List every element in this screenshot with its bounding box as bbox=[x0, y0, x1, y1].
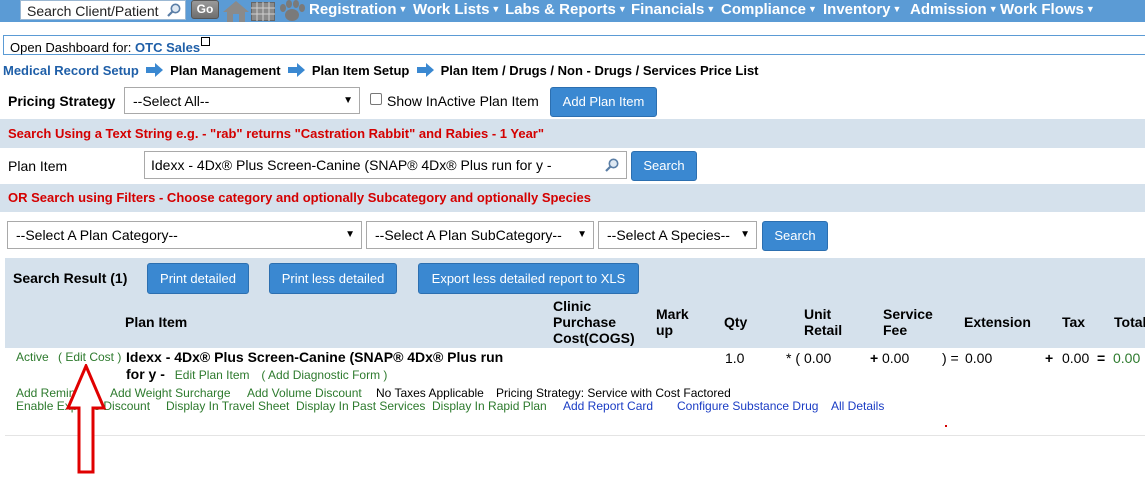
filter-hint: OR Search using Filters - Choose categor… bbox=[8, 190, 591, 205]
col-qty: Qty bbox=[724, 314, 748, 330]
chevron-down-icon: ▼ bbox=[1085, 4, 1095, 14]
dropdown-arrow-icon: ▼ bbox=[740, 229, 750, 240]
add-weight-surcharge-link[interactable]: Add Weight Surcharge bbox=[110, 386, 231, 400]
plan-category-select[interactable]: --Select A Plan Category-- ▼ bbox=[7, 221, 362, 249]
arrow-right-icon bbox=[417, 63, 434, 77]
arrow-right-icon bbox=[288, 63, 306, 77]
plan-item-search-input[interactable]: Idexx - 4Dx® Plus Screen-Canine (SNAP® 4… bbox=[144, 151, 627, 179]
pricing-strategy-label: Pricing Strategy bbox=[8, 93, 116, 109]
col-cogs: Clinic Purchase Cost(COGS) bbox=[553, 298, 635, 346]
row-divider bbox=[5, 435, 1145, 436]
display-rapid-plan-link[interactable]: Display In Rapid Plan bbox=[432, 399, 547, 413]
export-xls-button[interactable]: Export less detailed report to XLS bbox=[418, 263, 639, 294]
chevron-down-icon: ▼ bbox=[892, 4, 902, 14]
nav-labs-reports[interactable]: Labs & Reports ▼ bbox=[505, 1, 627, 18]
dropdown-arrow-icon: ▼ bbox=[345, 229, 355, 240]
add-plan-item-button[interactable]: Add Plan Item bbox=[550, 87, 657, 117]
chevron-down-icon: ▼ bbox=[491, 4, 501, 14]
pricing-strategy-text: Pricing Strategy: Service with Cost Fact… bbox=[496, 386, 731, 400]
paw-icon[interactable] bbox=[278, 0, 306, 22]
nav-registration[interactable]: Registration ▼ bbox=[309, 1, 407, 18]
show-inactive-label: Show InActive Plan Item bbox=[387, 93, 539, 109]
dropdown-arrow-icon: ▼ bbox=[577, 229, 587, 240]
nav-compliance[interactable]: Compliance ▼ bbox=[721, 1, 817, 18]
add-volume-discount-link[interactable]: Add Volume Discount bbox=[247, 386, 362, 400]
total-value: 0.00 bbox=[1113, 350, 1141, 366]
service-fee-value: 0.00 bbox=[882, 350, 910, 366]
display-travel-sheet-link[interactable]: Display In Travel Sheet bbox=[166, 399, 289, 413]
dashboard-value-link[interactable]: OTC Sales bbox=[135, 40, 200, 55]
col-tax: Tax bbox=[1062, 314, 1086, 330]
dropdown-arrow-icon: ▼ bbox=[343, 95, 353, 106]
pricing-strategy-select[interactable]: --Select All-- ▼ bbox=[124, 87, 360, 114]
display-past-services-link[interactable]: Display In Past Services bbox=[296, 399, 425, 413]
extension-prefix: ) = bbox=[942, 350, 959, 366]
dashboard-bar: Open Dashboard for: OTC Sales bbox=[3, 35, 1145, 55]
no-taxes-text: No Taxes Applicable bbox=[376, 386, 484, 400]
plan-item-name: Idexx - 4Dx® Plus Screen-Canine (SNAP® 4… bbox=[126, 349, 504, 365]
print-less-detailed-button[interactable]: Print less detailed bbox=[269, 263, 397, 294]
text-search-hint: Search Using a Text String e.g. - "rab" … bbox=[8, 126, 545, 141]
edit-plan-item-link[interactable]: Edit Plan Item bbox=[175, 368, 250, 382]
red-dot-mark bbox=[945, 425, 947, 427]
chevron-down-icon: ▼ bbox=[988, 4, 998, 14]
col-total: Total bbox=[1114, 314, 1145, 330]
chevron-down-icon: ▼ bbox=[617, 4, 627, 14]
all-details-link[interactable]: All Details bbox=[831, 399, 884, 413]
go-button[interactable]: Go bbox=[191, 0, 219, 19]
col-extension: Extension bbox=[964, 314, 1031, 330]
nav-work-lists[interactable]: Work Lists ▼ bbox=[413, 1, 500, 18]
total-prefix: = bbox=[1097, 350, 1106, 366]
unit-prefix: * ( bbox=[786, 350, 800, 366]
breadcrumb-plan-item-setup[interactable]: Plan Item Setup bbox=[312, 63, 410, 78]
breadcrumb: Medical Record Setup Plan Management Pla… bbox=[3, 63, 759, 78]
tax-value: 0.00 bbox=[1062, 350, 1090, 366]
nav-financials[interactable]: Financials ▼ bbox=[631, 1, 715, 18]
configure-substance-drug-link[interactable]: Configure Substance Drug bbox=[677, 399, 818, 413]
breadcrumb-plan-management[interactable]: Plan Management bbox=[170, 63, 281, 78]
annotation-arrow-up-icon bbox=[66, 364, 106, 474]
client-patient-search-input[interactable]: Search Client/Patient bbox=[20, 0, 186, 20]
add-diagnostic-form-link[interactable]: ( Add Diagnostic Form ) bbox=[261, 368, 387, 382]
print-detailed-button[interactable]: Print detailed bbox=[147, 263, 249, 294]
nav-work-flows[interactable]: Work Flows ▼ bbox=[1000, 1, 1095, 18]
show-inactive-checkbox[interactable] bbox=[370, 93, 382, 105]
tax-prefix: + bbox=[1045, 350, 1054, 366]
search-result-title: Search Result (1) bbox=[13, 270, 128, 286]
species-select[interactable]: --Select A Species-- ▼ bbox=[598, 221, 757, 249]
chevron-down-icon: ▼ bbox=[398, 4, 408, 14]
search-placeholder: Search Client/Patient bbox=[27, 3, 159, 19]
plan-subcategory-select[interactable]: --Select A Plan SubCategory-- ▼ bbox=[366, 221, 594, 249]
breadcrumb-current-page: Plan Item / Drugs / Non - Drugs / Servic… bbox=[440, 63, 759, 78]
calendar-icon[interactable] bbox=[251, 2, 275, 21]
home-icon[interactable] bbox=[222, 0, 250, 22]
expand-icon[interactable] bbox=[201, 37, 211, 46]
search-icon[interactable] bbox=[166, 2, 182, 18]
chevron-down-icon: ▼ bbox=[808, 4, 817, 14]
chevron-down-icon: ▼ bbox=[706, 4, 716, 14]
extension-value: 0.00 bbox=[965, 350, 993, 366]
col-service-fee: Service Fee bbox=[883, 306, 933, 338]
unit-retail-value: 0.00 bbox=[804, 350, 832, 366]
col-plan-item: Plan Item bbox=[125, 314, 188, 330]
plan-item-label: Plan Item bbox=[8, 158, 68, 174]
search-icon[interactable] bbox=[604, 157, 620, 173]
filter-search-button[interactable]: Search bbox=[762, 221, 828, 251]
add-report-card-link[interactable]: Add Report Card bbox=[563, 399, 653, 413]
search-button[interactable]: Search bbox=[631, 151, 697, 181]
nav-admission[interactable]: Admission ▼ bbox=[910, 1, 998, 18]
col-unit-retail: Unit Retail bbox=[804, 306, 843, 338]
nav-inventory[interactable]: Inventory ▼ bbox=[823, 1, 901, 18]
col-markup: Mark up bbox=[656, 306, 689, 338]
edit-cost-link[interactable]: ( Edit Cost ) bbox=[58, 350, 121, 364]
status-active-link[interactable]: Active bbox=[16, 350, 49, 364]
plan-item-name-line2: for y - Edit Plan Item ( Add Diagnostic … bbox=[126, 366, 388, 382]
breadcrumb-medical-record-setup[interactable]: Medical Record Setup bbox=[3, 63, 139, 78]
qty-value: 1.0 bbox=[725, 350, 745, 366]
dashboard-label: Open Dashboard for: bbox=[10, 40, 132, 55]
arrow-right-icon bbox=[146, 63, 164, 77]
fee-prefix: + bbox=[870, 350, 879, 366]
